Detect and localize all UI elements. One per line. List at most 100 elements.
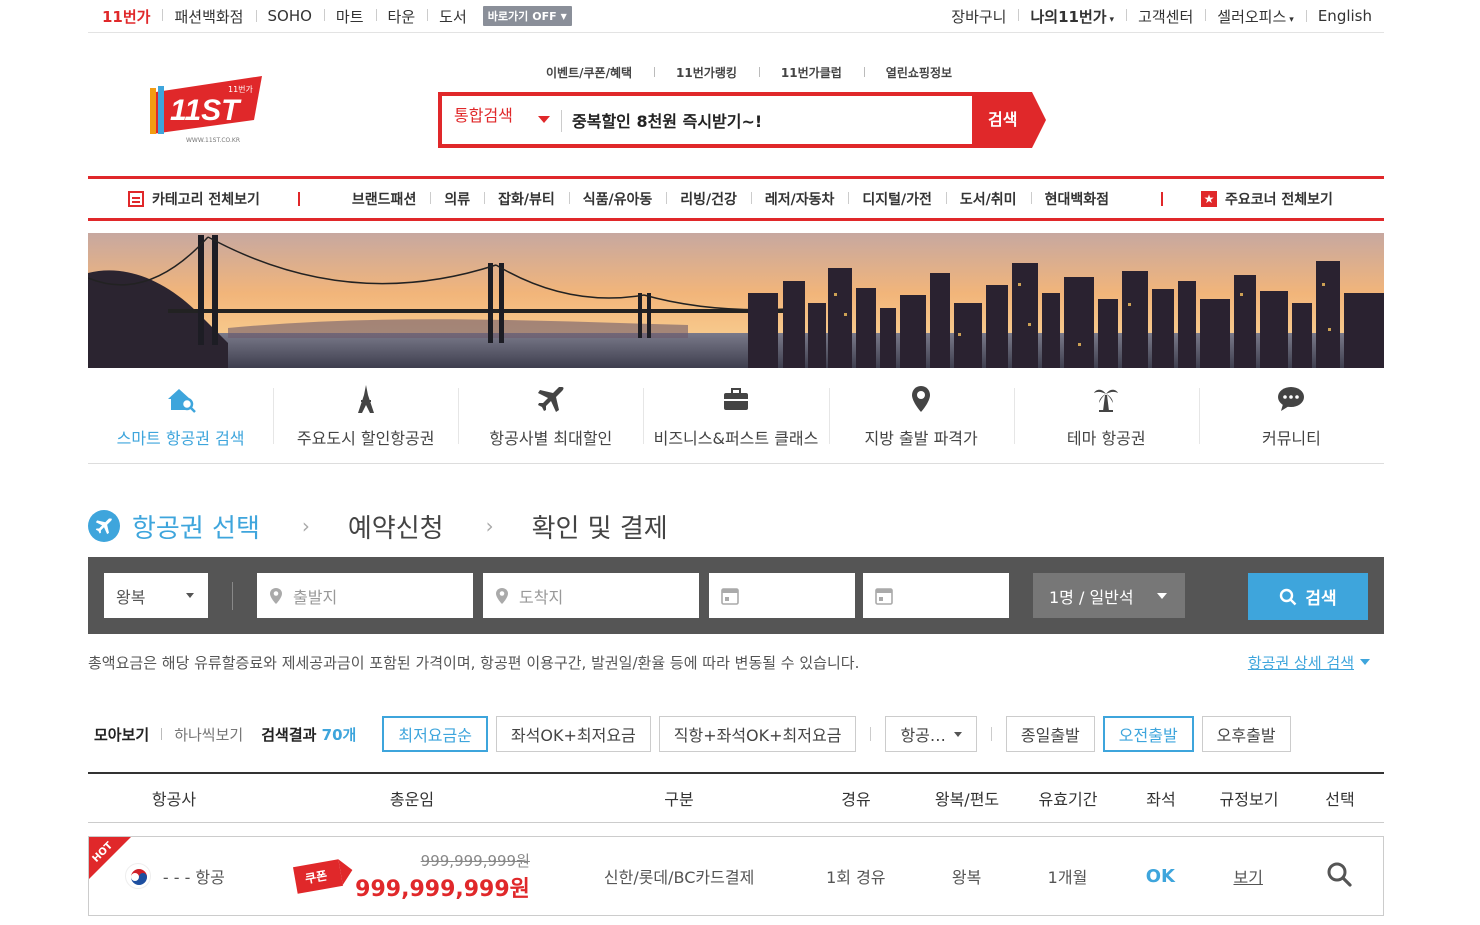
logo[interactable]: 11ST 11번가 WWW.11ST.CO.KR <box>148 74 268 144</box>
airline-filter-value: 항공… <box>900 726 946 745</box>
view-single-tab[interactable]: 하나씩보기 <box>174 724 243 745</box>
airline-filter-select[interactable]: 항공… <box>885 716 977 752</box>
fare-prices: 999,999,999원 999,999,999원 <box>355 850 530 903</box>
service-community[interactable]: 커뮤니티 <box>1198 368 1384 463</box>
search-icon[interactable] <box>1325 860 1353 888</box>
search-input[interactable]: 중복할인 8천원 즉시받기~! <box>562 108 972 132</box>
trip-type-select[interactable]: 왕복 <box>104 573 208 618</box>
search-box: 통합검색 중복할인 8천원 즉시받기~! <box>438 92 976 148</box>
quick-link-ranking[interactable]: 11번가랭킹 <box>654 64 759 81</box>
top-bar-left: 11번가 패션백화점 SOHO 마트 타운 도서 바로가기 OFF ▼ <box>88 6 572 27</box>
passenger-class-select[interactable]: 1명 / 일반석 <box>1033 573 1185 618</box>
view-grouped-tab[interactable]: 모아보기 <box>94 724 149 745</box>
top-link-my11st[interactable]: 나의11번가 ▾ <box>1018 6 1126 27</box>
step-confirm-pay: 확인 및 결제 <box>531 513 668 544</box>
departure-afternoon-button[interactable]: 오후출발 <box>1201 716 1291 752</box>
nav-divider <box>297 191 300 206</box>
original-price: 999,999,999원 <box>420 851 530 870</box>
destination-input[interactable]: 도착지 <box>483 573 699 618</box>
quick-link-club[interactable]: 11번가클럽 <box>758 64 864 81</box>
category-nav: 카테고리 전체보기 브랜드패션 의류 잡화/뷰티 식품/유아동 리빙/건강 레저… <box>88 176 1384 221</box>
service-regional-departure[interactable]: 지방 출발 파격가 <box>828 368 1014 463</box>
category-food-kids[interactable]: 식품/유아동 <box>568 189 667 209</box>
sort-lowest-fare-button[interactable]: 최저요금순 <box>382 716 488 752</box>
sort-direct-seat-ok-lowest-button[interactable]: 직항+좌석OK+최저요금 <box>658 716 857 752</box>
quick-link-events[interactable]: 이벤트/쿠폰/혜택 <box>524 64 654 81</box>
category-books-hobby[interactable]: 도서/취미 <box>945 189 1031 209</box>
advanced-search-link[interactable]: 항공권 상세 검색 <box>1248 652 1370 673</box>
step-reservation: 예약신청 <box>347 513 444 544</box>
service-theme[interactable]: 테마 항공권 <box>1013 368 1199 463</box>
service-business-first[interactable]: 비즈니스&퍼스트 클래스 <box>643 368 828 463</box>
category-hyundai-dept[interactable]: 현대백화점 <box>1030 189 1123 209</box>
divider <box>990 727 992 741</box>
service-smart-search[interactable]: 스마트 항공권 검색 <box>88 368 273 463</box>
chevron-down-icon: ▾ <box>1109 14 1115 25</box>
service-label: 비즈니스&퍼스트 클래스 <box>653 428 819 448</box>
category-clothing[interactable]: 의류 <box>430 189 484 209</box>
chevron-down-icon: ▼ <box>560 11 567 21</box>
star-icon: ★ <box>1200 190 1217 207</box>
airline-name: - - - 항공 <box>162 868 225 887</box>
top-link-mart[interactable]: 마트 <box>323 6 376 27</box>
fare-cell: 쿠폰 999,999,999원 999,999,999원 <box>261 850 565 903</box>
map-pin-icon <box>496 587 508 604</box>
category-accessories-beauty[interactable]: 잡화/뷰티 <box>484 189 569 209</box>
chevron-right-icon: › <box>485 514 494 538</box>
top-link-seller-office[interactable]: 셀러오피스 ▾ <box>1205 6 1306 27</box>
top-link-11st[interactable]: 11번가 <box>88 6 162 27</box>
seller-office-label: 셀러오피스 <box>1217 7 1287 26</box>
top-link-soho[interactable]: SOHO <box>255 7 324 25</box>
result-count: 검색결과 70개 <box>261 724 356 745</box>
category-living-health[interactable]: 리빙/건강 <box>666 189 751 209</box>
return-date-input[interactable] <box>863 573 1009 618</box>
service-city-discount[interactable]: 주요도시 할인항공권 <box>273 368 458 463</box>
top-link-fashion[interactable]: 패션백화점 <box>162 6 255 27</box>
quick-links: 이벤트/쿠폰/혜택 11번가랭킹 11번가클럽 열린쇼핑정보 <box>524 64 974 81</box>
category-digital[interactable]: 디지털/가전 <box>848 189 946 209</box>
top-link-town[interactable]: 타운 <box>375 6 428 27</box>
type-cell: 신한/롯데/BC카드결제 <box>603 868 755 887</box>
trip-cell: 왕복 <box>951 868 982 887</box>
departure-allday-button[interactable]: 종일출발 <box>1005 716 1095 752</box>
departure-date-input[interactable] <box>709 573 855 618</box>
top-link-cart[interactable]: 장바구니 <box>937 6 1018 27</box>
major-corner-button[interactable]: ★ 주요코너 전체보기 <box>1200 189 1333 209</box>
category-brand-fashion[interactable]: 브랜드패션 <box>338 189 430 209</box>
logo-text: 11ST <box>170 94 242 127</box>
category-leisure-auto[interactable]: 레저/자동차 <box>750 189 849 209</box>
service-label: 테마 항공권 <box>1066 428 1146 448</box>
table-row[interactable]: HOT - - - 항공 쿠폰 999,999,999원 999,999,999… <box>88 836 1384 916</box>
top-link-customer-center[interactable]: 고객센터 <box>1126 6 1205 27</box>
col-validity: 유효기간 <box>1038 790 1098 809</box>
service-airline-discount[interactable]: 항공사별 최대할인 <box>458 368 643 463</box>
header: 11ST 11번가 WWW.11ST.CO.KR 이벤트/쿠폰/혜택 11번가랭… <box>88 34 1384 176</box>
destination-placeholder: 도착지 <box>519 587 564 607</box>
search-scope-label: 통합검색 <box>454 106 513 125</box>
top-link-books[interactable]: 도서 <box>427 6 479 27</box>
city-bridge-image <box>88 233 1384 368</box>
service-label: 주요도시 할인항공권 <box>296 428 435 448</box>
origin-input[interactable]: 출발지 <box>257 573 473 618</box>
category-all-button[interactable]: 카테고리 전체보기 <box>128 189 260 209</box>
shortcut-toggle[interactable]: 바로가기 OFF ▼ <box>482 6 572 26</box>
sort-seat-ok-lowest-button[interactable]: 좌석OK+최저요금 <box>495 716 651 752</box>
calendar-icon <box>721 587 739 605</box>
final-price: 999,999,999원 <box>355 876 530 902</box>
category-all-label: 카테고리 전체보기 <box>152 191 260 208</box>
view-rules-link[interactable]: 보기 <box>1233 868 1262 887</box>
service-label: 지방 출발 파격가 <box>864 428 978 448</box>
top-bar-right: 장바구니 나의11번가 ▾ 고객센터 셀러오피스 ▾ English <box>937 6 1384 27</box>
booking-steps: 항공권 선택 › 예약신청 › 확인 및 결제 <box>88 506 1384 546</box>
quick-link-open-info[interactable]: 열린쇼핑정보 <box>863 64 974 81</box>
triangle-down-icon <box>186 593 194 598</box>
triangle-down-icon <box>1360 659 1370 665</box>
search-scope-select[interactable]: 통합검색 <box>442 96 562 144</box>
top-link-english[interactable]: English <box>1305 7 1384 25</box>
departure-morning-button[interactable]: 오전출발 <box>1102 716 1194 752</box>
house-search-icon <box>167 388 196 413</box>
flight-search-button[interactable]: 검색 <box>1248 573 1368 620</box>
col-rules: 규정보기 <box>1219 790 1279 809</box>
search-button-label: 검색 <box>988 110 1018 129</box>
chat-bubble-icon <box>1278 386 1305 411</box>
